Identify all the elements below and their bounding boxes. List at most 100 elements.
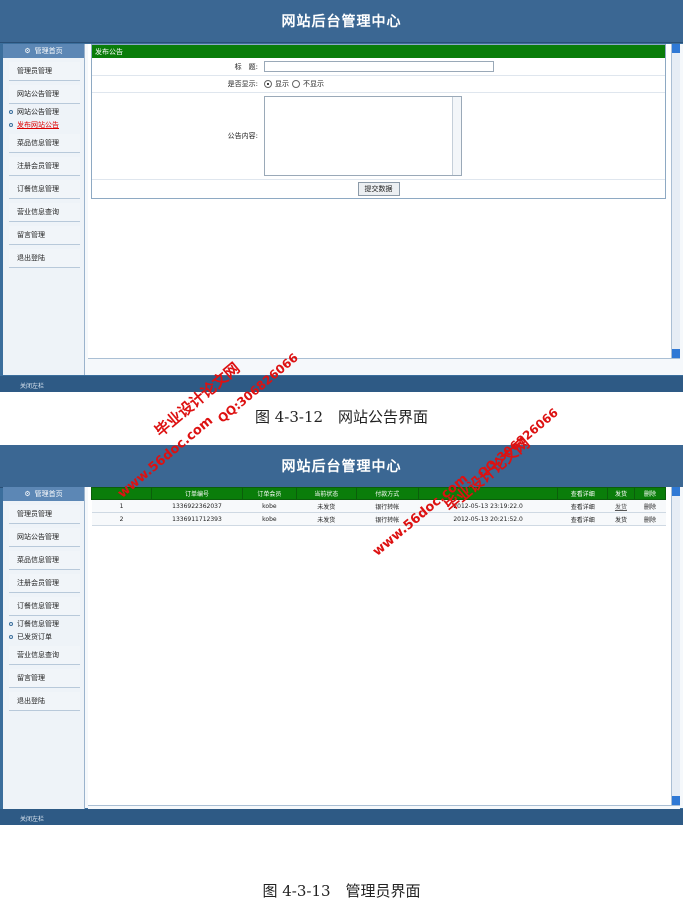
- col-member: 订单会员: [241, 487, 297, 500]
- show-yes-radio[interactable]: [264, 80, 272, 88]
- title-label: 标 题:: [234, 62, 258, 71]
- col-index: [91, 487, 152, 500]
- textarea-scrollbar[interactable]: [452, 97, 461, 175]
- scroll-up-icon[interactable]: [672, 487, 680, 496]
- cell-index: 2: [91, 512, 152, 526]
- sidebar-home-label: 管理首页: [34, 490, 63, 498]
- cell-status: 未发货: [296, 512, 357, 526]
- sidebar-home-label: 管理首页: [34, 47, 63, 55]
- cell-time: 2012-05-13 23:19:22.0: [418, 499, 558, 513]
- view-detail-link[interactable]: 查看详细: [557, 499, 608, 513]
- sidebar-item-messages[interactable]: 留言管理: [9, 226, 80, 245]
- sidebar-item-members[interactable]: 注册会员管理: [9, 157, 80, 176]
- form-row-title: 标 题:: [92, 58, 665, 76]
- sidebar-item-announcement[interactable]: 网站公告管理: [9, 528, 80, 547]
- bullet-icon: [9, 635, 13, 639]
- title-input[interactable]: [264, 61, 494, 72]
- sidebar-subitem-label: 已发货订单: [17, 633, 52, 641]
- sidebar-home[interactable]: ⚙ 管理首页: [3, 44, 84, 58]
- col-detail: 查看详细: [557, 487, 609, 500]
- sidebar-home[interactable]: ⚙ 管理首页: [3, 487, 84, 501]
- sidebar-item-logout[interactable]: 退出登陆: [9, 249, 80, 268]
- form-row-show: 是否显示: 显示 不显示: [92, 76, 665, 93]
- app-header: 网站后台管理中心: [0, 0, 683, 43]
- sidebar-item-business[interactable]: 营业信息查询: [9, 646, 80, 665]
- sidebar-item-admin[interactable]: 管理员管理: [9, 505, 80, 524]
- show-no-label: 不显示: [303, 80, 324, 88]
- table-row: 2 1336911712393 kobe 未发货 银行转帐 2012-05-13…: [91, 512, 666, 526]
- cell-payment: 银行转帐: [356, 499, 419, 513]
- sidebar-item-dishes[interactable]: 菜品信息管理: [9, 551, 80, 570]
- screenshot-admin: 网站后台管理中心 ⚙ 管理首页 管理员管理 网站公告管理 菜品信息管理 注册会员…: [0, 445, 683, 825]
- show-yes-label: 显示: [275, 80, 289, 88]
- cell-order-no: 1336911712393: [151, 512, 243, 526]
- sidebar-item-messages[interactable]: 留言管理: [9, 669, 80, 688]
- sidebar-subitem-shipped-orders[interactable]: 已发货订单: [9, 632, 84, 642]
- sidebar-subitem-announcement-manage[interactable]: 网站公告管理: [9, 107, 84, 117]
- delete-link[interactable]: 删除: [634, 512, 666, 526]
- scroll-down-icon[interactable]: [672, 349, 680, 358]
- sidebar: ⚙ 管理首页 管理员管理 网站公告管理 网站公告管理 发布网站公告 菜品信息管理…: [3, 44, 85, 375]
- col-order-no: 订单编号: [150, 487, 243, 500]
- vertical-scrollbar[interactable]: [671, 487, 680, 805]
- col-status: 当前状态: [295, 487, 357, 500]
- sidebar-item-admin[interactable]: 管理员管理: [9, 62, 80, 81]
- sidebar-subitem-order-manage[interactable]: 订餐信息管理: [9, 619, 84, 629]
- sidebar-item-logout[interactable]: 退出登陆: [9, 692, 80, 711]
- bullet-icon: [9, 123, 13, 127]
- panel-title: 发布公告: [92, 45, 665, 58]
- content-label: 公告内容:: [227, 132, 258, 140]
- scroll-down-icon[interactable]: [672, 796, 680, 805]
- publish-panel: 发布公告 标 题: 是否显示: 显示 不显示 公告内容: 提交数据: [91, 44, 666, 199]
- screenshot-announcement: 网站后台管理中心 ⚙ 管理首页 管理员管理 网站公告管理 网站公告管理 发布网站…: [0, 0, 683, 392]
- main-content: 发布公告 标 题: 是否显示: 显示 不显示 公告内容: 提交数据: [88, 44, 671, 358]
- col-delete: 删除: [633, 487, 667, 500]
- delete-link[interactable]: 删除: [634, 499, 666, 513]
- table-header-row: 订单编号 订单会员 当前状态 付款方式 查看详细 发货 删除: [91, 487, 667, 500]
- cell-order-no: 1336922362037: [151, 499, 243, 513]
- sidebar-subitem-publish-announcement[interactable]: 发布网站公告: [9, 120, 84, 130]
- home-icon: ⚙: [24, 47, 31, 55]
- sidebar-item-dishes[interactable]: 菜品信息管理: [9, 134, 80, 153]
- sidebar-subitem-label: 订餐信息管理: [17, 620, 59, 628]
- caption-2: 图 4-3-13 管理员界面: [262, 882, 421, 900]
- form-row-content: 公告内容:: [92, 93, 665, 180]
- cell-status: 未发货: [296, 499, 357, 513]
- vertical-scrollbar[interactable]: [671, 44, 680, 358]
- view-detail-link[interactable]: 查看详细: [557, 512, 608, 526]
- cell-payment: 银行转帐: [356, 512, 419, 526]
- close-sidebar-bar[interactable]: 关闭左栏: [0, 809, 683, 825]
- sidebar-subitem-label: 网站公告管理: [17, 108, 59, 116]
- show-no-radio[interactable]: [292, 80, 300, 88]
- cell-time: 2012-05-13 20:21:52.0: [418, 512, 558, 526]
- content-textarea[interactable]: [264, 96, 462, 176]
- sidebar: ⚙ 管理首页 管理员管理 网站公告管理 菜品信息管理 注册会员管理 订餐信息管理…: [3, 487, 85, 818]
- sidebar-item-announcement[interactable]: 网站公告管理: [9, 85, 80, 104]
- close-sidebar-bar[interactable]: 关闭左栏: [0, 376, 683, 392]
- sidebar-item-members[interactable]: 注册会员管理: [9, 574, 80, 593]
- bullet-icon: [9, 622, 13, 626]
- cell-member: kobe: [242, 499, 297, 513]
- scroll-up-icon[interactable]: [672, 44, 680, 53]
- orders-table: 订单编号 订单会员 当前状态 付款方式 查看详细 发货 删除 1 1336922…: [91, 487, 667, 526]
- sidebar-item-business[interactable]: 营业信息查询: [9, 203, 80, 222]
- sidebar-item-orders[interactable]: 订餐信息管理: [9, 597, 80, 616]
- horizontal-scrollbar[interactable]: [88, 358, 680, 373]
- sidebar-item-orders[interactable]: 订餐信息管理: [9, 180, 80, 199]
- caption-1: 图 4-3-12 网站公告界面: [254, 408, 429, 426]
- submit-button[interactable]: 提交数据: [357, 182, 400, 196]
- app-header: 网站后台管理中心: [0, 445, 683, 488]
- show-label: 是否显示:: [227, 80, 258, 88]
- col-payment: 付款方式: [355, 487, 419, 500]
- app-title: 网站后台管理中心: [281, 459, 402, 475]
- sidebar-subitem-label: 发布网站公告: [17, 121, 59, 129]
- app-title: 网站后台管理中心: [281, 14, 402, 30]
- home-icon: ⚙: [24, 490, 31, 498]
- main-content: 订单编号 订单会员 当前状态 付款方式 查看详细 发货 删除 1 1336922…: [88, 487, 671, 805]
- table-row: 1 1336922362037 kobe 未发货 银行转帐 2012-05-13…: [91, 499, 666, 513]
- col-ship: 发货: [607, 487, 635, 500]
- ship-link[interactable]: 发货: [607, 512, 635, 526]
- bullet-icon: [9, 110, 13, 114]
- cell-member: kobe: [242, 512, 297, 526]
- ship-link[interactable]: 发货: [607, 499, 635, 513]
